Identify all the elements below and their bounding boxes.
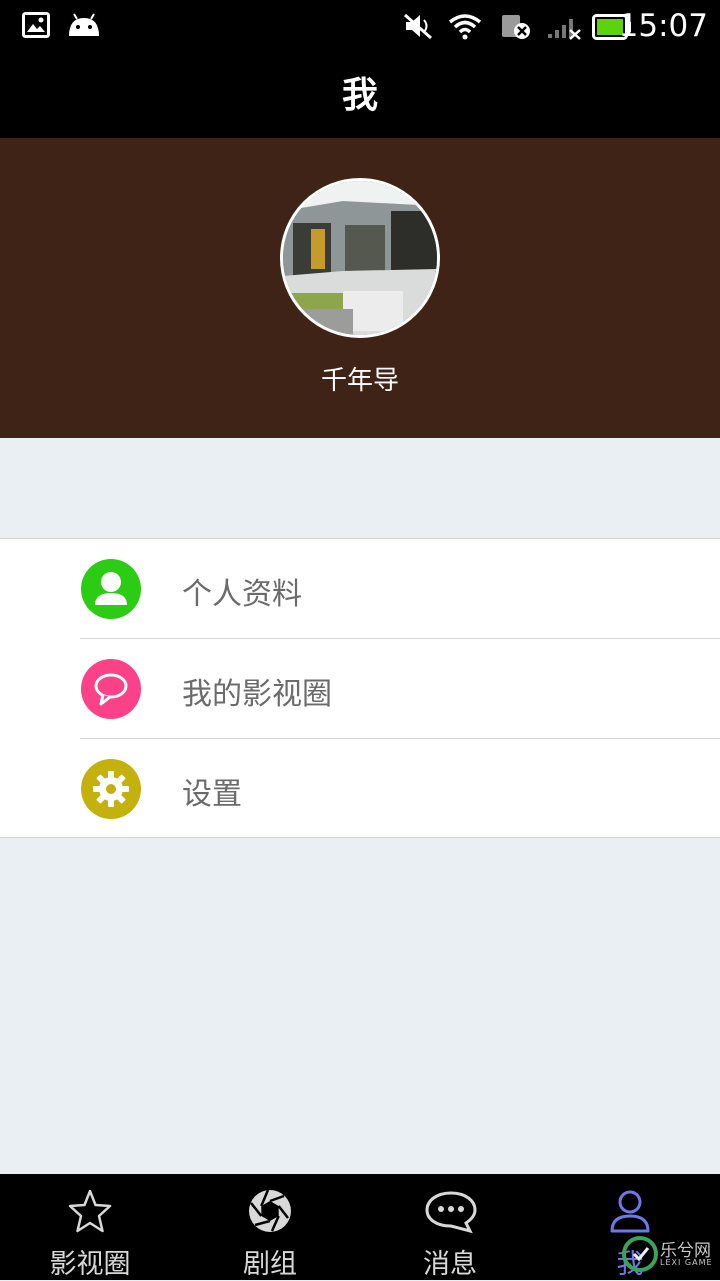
avatar[interactable] [280,178,440,338]
menu-label: 我的影视圈 [182,677,332,712]
wifi-icon [448,14,482,40]
menu-item-profile[interactable]: 个人资料 [0,539,720,639]
star-icon [68,1189,112,1233]
menu-label: 设置 [182,777,242,812]
tab-film-circle[interactable]: 影视圈 [0,1174,180,1280]
gallery-icon [22,12,50,38]
status-bar: 15:07 [0,0,720,54]
watermark: 乐兮网 LEXI GAME [620,1234,716,1276]
tab-label: 影视圈 [49,1249,131,1280]
menu-item-settings[interactable]: 设置 [0,739,720,839]
signal-icon [548,19,581,40]
chat-bubble-icon [81,659,141,719]
tab-label: 剧组 [243,1249,297,1280]
user-icon [610,1190,650,1233]
gear-icon [81,759,141,819]
menu-label: 个人资料 [182,577,302,612]
mute-icon [404,13,432,40]
aperture-icon [249,1189,291,1232]
watermark-subtext: LEXI GAME [660,1258,713,1267]
tab-messages[interactable]: 消息 [360,1174,540,1280]
page-title: 我 [341,75,378,116]
watermark-logo-icon [622,1236,658,1272]
status-time: 15:07 [618,8,708,44]
tab-label: 消息 [423,1249,477,1280]
message-icon [425,1191,477,1234]
tab-bar: 影视圈 剧组 消息 我 [0,1174,720,1280]
menu-list: 个人资料 我的影视圈 设置 [0,538,720,838]
menu-item-my-circle[interactable]: 我的影视圈 [0,639,720,739]
title-bar: 我 [0,54,720,138]
android-icon [69,13,99,36]
person-icon [81,559,141,619]
avatar-photo [283,181,437,335]
sim-error-icon [502,15,530,39]
profile-header: 千年导 [0,138,720,438]
tab-crew[interactable]: 剧组 [180,1174,360,1280]
username: 千年导 [320,366,399,396]
